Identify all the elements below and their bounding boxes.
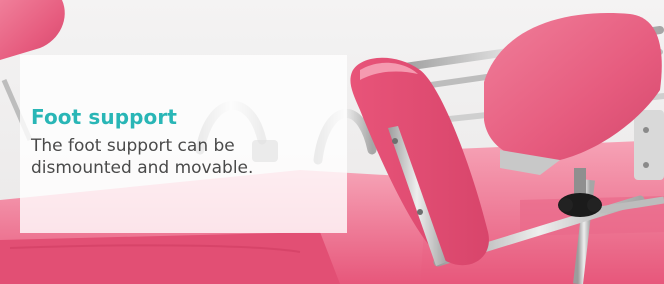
feature-title: Foot support: [31, 105, 177, 129]
product-banner: Foot support The foot support can be dis…: [0, 0, 664, 284]
feature-description-line-1: The foot support can be: [31, 136, 235, 156]
feature-description: The foot support can be dismounted and m…: [31, 135, 331, 179]
caption-overlay: Foot support The foot support can be dis…: [20, 55, 347, 233]
feature-description-line-2: dismounted and movable.: [31, 158, 254, 178]
